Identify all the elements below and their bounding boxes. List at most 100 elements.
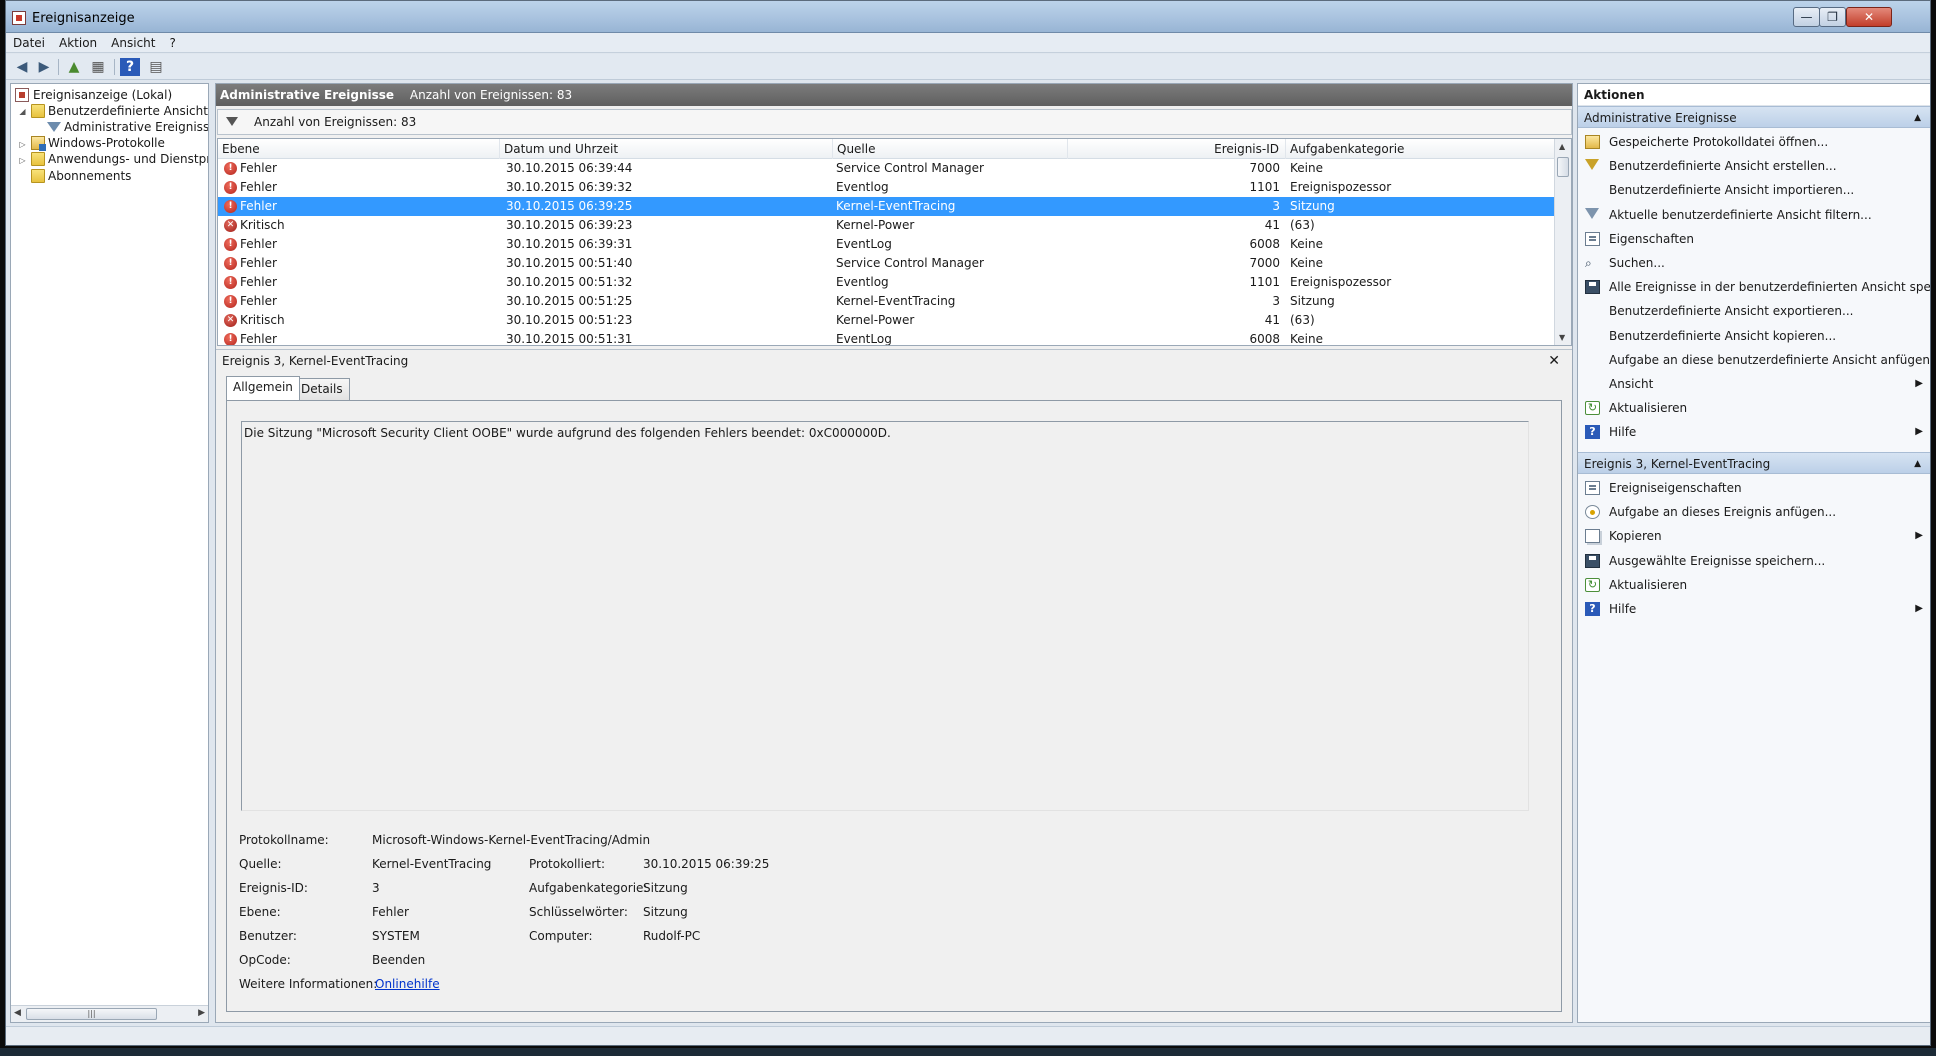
back-arrow-icon[interactable]: ◀ bbox=[12, 58, 32, 76]
online-help-link[interactable]: Onlinehilfe bbox=[375, 977, 440, 991]
expand-arrow-icon[interactable]: ◢ bbox=[18, 107, 27, 116]
action-item[interactable]: Ereigniseigenschaften bbox=[1578, 476, 1930, 500]
open-log-icon bbox=[1585, 135, 1600, 149]
actions-title: Aktionen bbox=[1578, 84, 1930, 106]
tree-item-administrative-events[interactable]: Administrative Ereignisse bbox=[64, 119, 208, 135]
cell-source: Service Control Manager bbox=[836, 256, 984, 270]
show-hide-action-pane-icon[interactable]: ▤ bbox=[146, 58, 166, 76]
action-item[interactable]: Ausgewählte Ereignisse speichern... bbox=[1578, 549, 1930, 573]
menu-help[interactable]: ? bbox=[162, 33, 182, 53]
table-row[interactable]: ! Fehler 30.10.2015 00:51:25 Kernel-EventTr… bbox=[218, 292, 1555, 311]
table-row[interactable]: ! Fehler 30.10.2015 00:51:40 Service Contro… bbox=[218, 254, 1555, 273]
table-row[interactable]: ! Fehler 30.10.2015 06:39:32 Eventlog 1101 Er… bbox=[218, 178, 1555, 197]
label-opcode: OpCode: bbox=[239, 953, 291, 967]
action-item[interactable]: Kopieren ▶ bbox=[1578, 524, 1930, 548]
action-item[interactable]: Benutzerdefinierte Ansicht importieren..… bbox=[1578, 178, 1930, 202]
tab-details[interactable]: Details bbox=[294, 378, 350, 400]
value-category: Sitzung bbox=[643, 881, 688, 895]
action-item[interactable]: ↻ Aktualisieren bbox=[1578, 573, 1930, 597]
cell-level: ! Fehler bbox=[224, 273, 504, 292]
event-viewer-icon bbox=[15, 88, 29, 102]
action-item[interactable]: ↻ Aktualisieren bbox=[1578, 396, 1930, 420]
section-administrative-events[interactable]: Administrative Ereignisse ▲ bbox=[1578, 106, 1930, 129]
action-item[interactable]: Aktuelle benutzerdefinierte Ansicht filt… bbox=[1578, 203, 1930, 227]
action-label: Kopieren bbox=[1609, 529, 1662, 544]
menu-aktion[interactable]: Aktion bbox=[52, 33, 104, 53]
scroll-down-arrow-icon[interactable]: ▼ bbox=[1559, 333, 1565, 342]
scroll-thumb[interactable] bbox=[1557, 157, 1569, 177]
maximize-button[interactable]: ❐ bbox=[1819, 7, 1846, 27]
submenu-arrow-icon: ▶ bbox=[1915, 426, 1923, 438]
menu-datei[interactable]: Datei bbox=[6, 33, 52, 53]
error-icon: ! bbox=[224, 276, 237, 289]
cell-level: ! Fehler bbox=[224, 159, 504, 178]
value-event-id: 3 bbox=[372, 881, 380, 895]
close-button[interactable]: ✕ bbox=[1846, 7, 1892, 27]
table-row[interactable]: ! Fehler 30.10.2015 00:51:31 EventLog 6008 Ke… bbox=[218, 330, 1555, 345]
scroll-up-arrow-icon[interactable]: ▲ bbox=[1559, 142, 1565, 151]
scroll-thumb[interactable]: ||| bbox=[26, 1008, 157, 1020]
column-header-category[interactable]: Aufgabenkategorie bbox=[1286, 139, 1555, 159]
event-properties-icon bbox=[1585, 481, 1600, 495]
cell-category: Sitzung bbox=[1290, 199, 1335, 213]
toolbar-separator bbox=[114, 59, 115, 75]
minimize-button[interactable]: — bbox=[1793, 7, 1820, 27]
cell-source: Kernel-EventTracing bbox=[836, 199, 956, 213]
table-row[interactable]: ! Fehler 30.10.2015 00:51:32 Eventlog 1101 Er… bbox=[218, 273, 1555, 292]
cell-category: Keine bbox=[1290, 256, 1323, 270]
tree-item-local[interactable]: Ereignisanzeige (Lokal) bbox=[33, 87, 172, 103]
tree-item-subscriptions[interactable]: Abonnements bbox=[48, 168, 131, 184]
cell-source: Service Control Manager bbox=[836, 161, 984, 175]
table-row[interactable]: ! Fehler 30.10.2015 06:39:25 Kernel-EventTr… bbox=[218, 197, 1555, 216]
title-bar: Ereignisanzeige — ❐ ✕ bbox=[6, 1, 1930, 33]
close-details-icon[interactable]: ✕ bbox=[1548, 350, 1560, 372]
level-text: Fehler bbox=[240, 294, 277, 308]
forward-arrow-icon[interactable]: ▶ bbox=[34, 58, 54, 76]
action-item[interactable]: ? Hilfe ▶ bbox=[1578, 597, 1930, 621]
value-user: SYSTEM bbox=[372, 929, 420, 943]
collapse-section-icon[interactable]: ▲ bbox=[1914, 453, 1921, 475]
scroll-left-arrow-icon[interactable]: ◀ bbox=[14, 1008, 21, 1018]
cell-category: (63) bbox=[1290, 313, 1315, 327]
error-icon: ! bbox=[224, 238, 237, 251]
menu-ansicht[interactable]: Ansicht bbox=[104, 33, 162, 53]
help-icon[interactable]: ? bbox=[120, 58, 140, 76]
show-hide-console-tree-icon[interactable]: ▦ bbox=[88, 58, 108, 76]
table-row[interactable]: ! Fehler 30.10.2015 06:39:44 Service Contro… bbox=[218, 159, 1555, 178]
action-item[interactable]: Aufgabe an dieses Ereignis anfügen... bbox=[1578, 500, 1930, 524]
action-item[interactable]: Ansicht ▶ bbox=[1578, 372, 1930, 396]
table-row[interactable]: ✕ Kritisch 30.10.2015 00:51:23 Kernel-Power… bbox=[218, 311, 1555, 330]
action-item[interactable]: Benutzerdefinierte Ansicht erstellen... bbox=[1578, 154, 1930, 178]
section-selected-event[interactable]: Ereignis 3, Kernel-EventTracing ▲ bbox=[1578, 452, 1930, 475]
tree-item-windows-logs[interactable]: Windows-Protokolle bbox=[48, 135, 165, 151]
tab-allgemein[interactable]: Allgemein bbox=[226, 376, 300, 400]
action-item[interactable]: Aufgabe an diese benutzerdefinierte Ansi… bbox=[1578, 348, 1930, 372]
collapse-arrow-icon[interactable]: ▷ bbox=[18, 140, 27, 149]
grid-vertical-scrollbar[interactable]: ▲ ▼ bbox=[1554, 139, 1571, 345]
action-item[interactable]: ? Hilfe ▶ bbox=[1578, 420, 1930, 444]
collapse-section-icon[interactable]: ▲ bbox=[1914, 107, 1921, 129]
tree-item-custom-views[interactable]: Benutzerdefinierte Ansichten bbox=[48, 103, 208, 119]
column-header-event-id[interactable]: Ereignis-ID bbox=[1068, 139, 1286, 159]
action-item[interactable]: Alle Ereignisse in der benutzerdefiniert… bbox=[1578, 275, 1930, 299]
action-item[interactable]: Benutzerdefinierte Ansicht kopieren... bbox=[1578, 324, 1930, 348]
up-folder-icon[interactable]: ▲ bbox=[64, 58, 84, 76]
scroll-right-arrow-icon[interactable]: ▶ bbox=[198, 1008, 205, 1018]
action-item[interactable]: Benutzerdefinierte Ansicht exportieren..… bbox=[1578, 299, 1930, 323]
tree-horizontal-scrollbar[interactable]: ◀ ||| ▶ bbox=[11, 1005, 208, 1022]
action-item[interactable]: Gespeicherte Protokolldatei öffnen... bbox=[1578, 130, 1930, 154]
column-header-source[interactable]: Quelle bbox=[833, 139, 1068, 159]
column-header-date[interactable]: Datum und Uhrzeit bbox=[500, 139, 833, 159]
event-message-box[interactable]: Die Sitzung "Microsoft Security Client O… bbox=[241, 421, 1529, 811]
cell-level: ! Fehler bbox=[224, 254, 504, 273]
submenu-arrow-icon: ▶ bbox=[1915, 530, 1923, 542]
action-item[interactable]: ⌕ Suchen... bbox=[1578, 251, 1930, 275]
action-item[interactable]: Eigenschaften bbox=[1578, 227, 1930, 251]
column-header-level[interactable]: Ebene bbox=[218, 139, 500, 159]
subscriptions-icon bbox=[31, 169, 45, 183]
table-row[interactable]: ! Fehler 30.10.2015 06:39:31 EventLog 6008 Ke… bbox=[218, 235, 1555, 254]
table-row[interactable]: ✕ Kritisch 30.10.2015 06:39:23 Kernel-Power… bbox=[218, 216, 1555, 235]
collapse-arrow-icon[interactable]: ▷ bbox=[18, 156, 27, 165]
filter-icon bbox=[1585, 207, 1599, 219]
tree-item-app-service-logs[interactable]: Anwendungs- und Dienstprotokolle bbox=[48, 151, 208, 167]
